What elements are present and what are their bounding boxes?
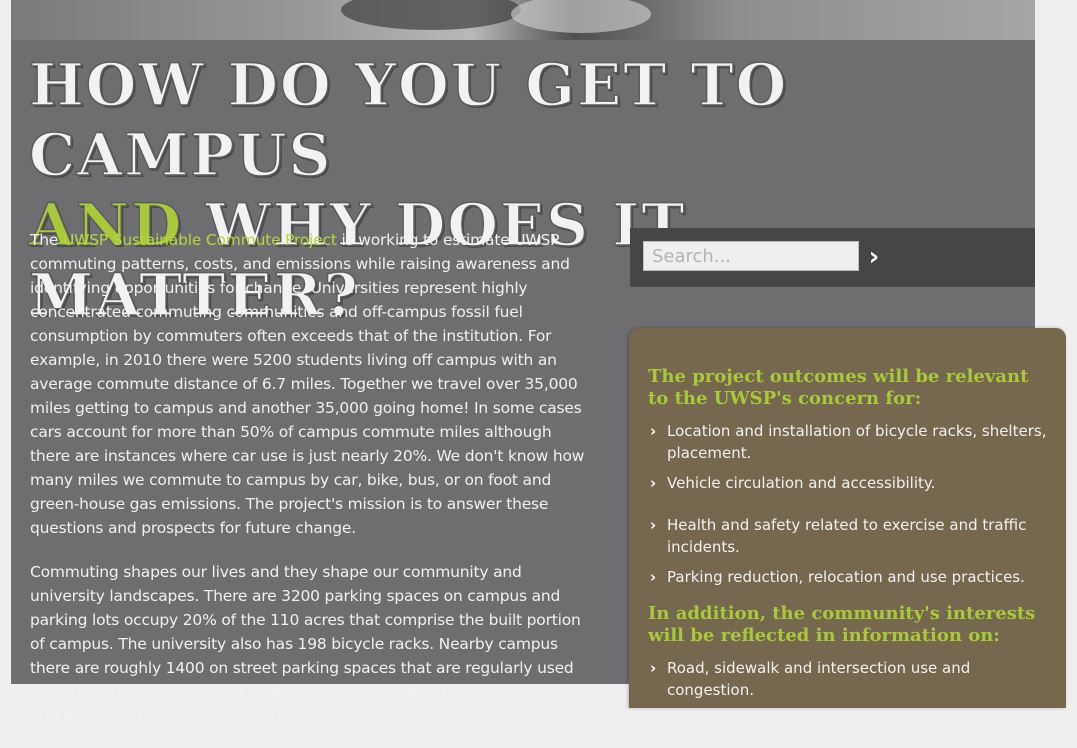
project-link[interactable]: UWSP Sustainable Commute Project: [63, 231, 337, 249]
sidebar-panel: The project outcomes will be relevant to…: [629, 328, 1066, 708]
list-item: › Vehicle circulation and accessibility.: [648, 472, 1048, 494]
chevron-right-icon: ›: [650, 568, 657, 586]
list-item-text: Road, sidewalk and intersection use and …: [667, 659, 971, 699]
list-item: › Location and installation of bicycle ra…: [648, 420, 1048, 464]
list-item-text: Vehicle circulation and accessibility.: [667, 474, 936, 492]
community-heading: In addition, the community's interests w…: [648, 603, 1036, 646]
commuting-paragraph: Commuting shapes our lives and they shap…: [30, 563, 593, 725]
list-item: › Road, sidewalk and intersection use and…: [648, 657, 1048, 701]
hero-shape: [511, 0, 651, 33]
search-bar: ›: [630, 228, 1035, 287]
hero-shape: [341, 0, 521, 30]
intro-body: is working to estimate UWSP commuting pa…: [30, 231, 585, 537]
intro-prefix: The: [30, 231, 63, 249]
list-item: › Health and safety related to exercise a…: [648, 514, 1048, 558]
list-item: › Parking reduction, relocation and use p…: [648, 566, 1048, 588]
intro-paragraph: The UWSP Sustainable Commute Project is …: [30, 228, 595, 540]
list-item-text: Location and installation of bicycle rac…: [667, 422, 1047, 462]
search-submit-icon[interactable]: ›: [862, 243, 886, 271]
chevron-right-icon: ›: [650, 474, 657, 492]
hero-image: [11, 0, 1035, 40]
list-item-text: Health and safety related to exercise an…: [667, 516, 1027, 556]
search-input[interactable]: [643, 241, 859, 271]
community-list: › Road, sidewalk and intersection use and…: [648, 657, 1048, 701]
list-item-text: Parking reduction, relocation and use pr…: [667, 568, 1025, 586]
chevron-right-icon: ›: [650, 422, 657, 440]
main-content: The UWSP Sustainable Commute Project is …: [30, 228, 595, 748]
chevron-right-icon: ›: [650, 659, 657, 677]
chevron-right-icon: ›: [650, 516, 657, 534]
title-line-1: HOW DO YOU GET TO CAMPUS: [28, 50, 789, 190]
outcomes-list: › Location and installation of bicycle ra…: [648, 420, 1048, 588]
outcomes-heading: The project outcomes will be relevant to…: [648, 366, 1029, 409]
